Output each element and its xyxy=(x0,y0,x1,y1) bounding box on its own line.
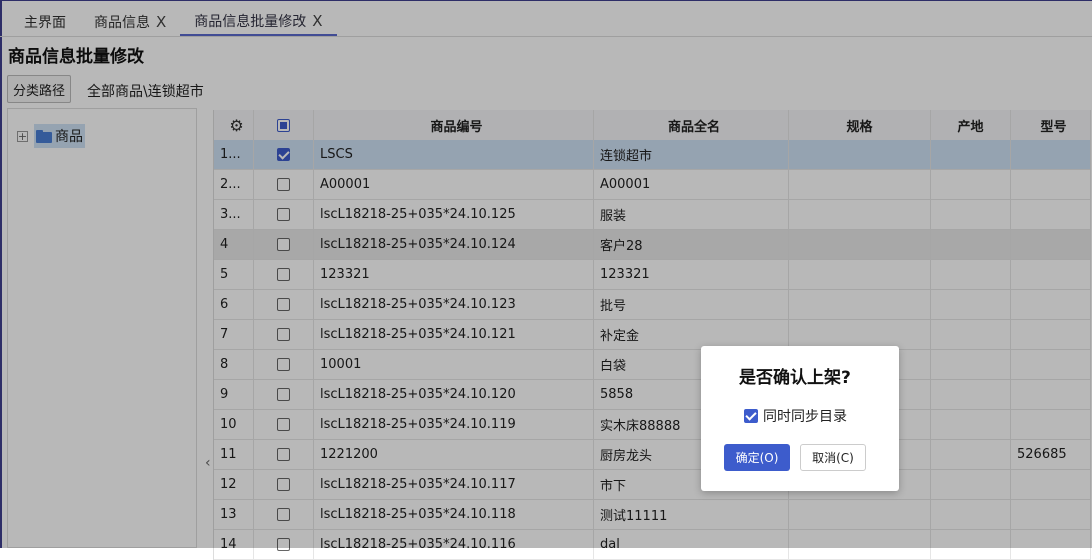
confirm-dialog: 是否确认上架? 同时同步目录 确定(O) 取消(C) xyxy=(701,346,899,491)
sync-catalog-checkbox[interactable] xyxy=(744,409,758,423)
dialog-title: 是否确认上架? xyxy=(739,368,851,388)
confirm-button[interactable]: 确定(O) xyxy=(724,444,790,471)
cancel-button[interactable]: 取消(C) xyxy=(800,444,866,471)
modal-overlay xyxy=(0,0,1092,548)
sync-catalog-label: 同时同步目录 xyxy=(763,409,847,425)
sync-catalog-option[interactable]: 同时同步目录 xyxy=(744,406,847,426)
